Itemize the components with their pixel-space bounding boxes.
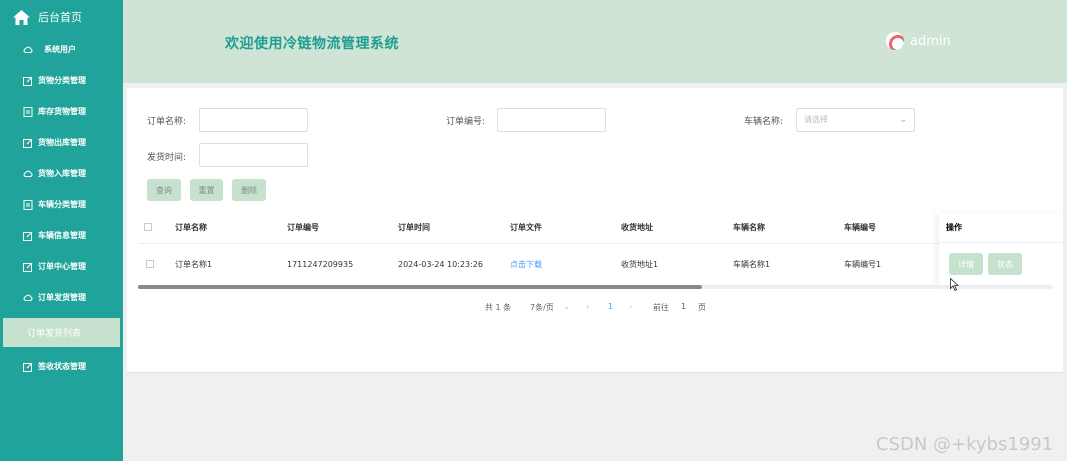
sidebar-item-vehicle-category[interactable]: 车辆分类管理 xyxy=(0,189,123,220)
page-suffix: 页 xyxy=(698,303,706,312)
order-no-input[interactable] xyxy=(497,108,606,132)
horizontal-scrollbar-thumb[interactable] xyxy=(138,285,702,289)
main-panel: 订单名称: 订单编号: 车辆名称: 请选择 ⌄ 发货时间: 查询 重置 删除 订… xyxy=(127,88,1063,373)
edit-icon xyxy=(23,231,33,241)
vehicle-select-placeholder: 请选择 xyxy=(804,115,828,124)
col-order-time: 订单时间 xyxy=(398,213,510,244)
page-title: 欢迎使用冷链物流管理系统 xyxy=(225,36,399,52)
cell-vehicle-name: 车辆名称1 xyxy=(733,243,844,287)
col-operation: 操作 xyxy=(939,213,1063,243)
operation-column: 操作 详情 状态 xyxy=(939,213,1063,286)
col-vehicle-name: 车辆名称 xyxy=(733,213,844,244)
edit-icon xyxy=(23,262,33,272)
order-name-input[interactable] xyxy=(199,108,308,132)
select-all-checkbox[interactable] xyxy=(144,222,152,231)
sidebar-item-order-shipping[interactable]: 订单发货管理 xyxy=(0,282,123,313)
delete-button[interactable]: 删除 xyxy=(232,179,266,201)
select-all-cell xyxy=(138,213,175,244)
sidebar-item-label: 货物分类管理 xyxy=(38,76,86,85)
sidebar-item-goods-in[interactable]: 货物入库管理 xyxy=(0,158,123,189)
cell-order-name: 订单名称1 xyxy=(175,243,287,287)
pagination-total: 共 1 条 xyxy=(485,303,512,312)
vehicle-name-label: 车辆名称: xyxy=(744,117,784,127)
sidebar-subitem-order-shipping-list[interactable]: 订单发货列表 xyxy=(3,318,120,347)
chevron-down-icon: ⌄ xyxy=(899,115,907,125)
edit-icon xyxy=(23,76,33,86)
sidebar-item-label: 车辆分类管理 xyxy=(38,200,86,209)
cell-order-no: 1711247209935 xyxy=(287,243,398,287)
edit-icon xyxy=(23,362,33,372)
home-icon xyxy=(13,9,30,25)
col-address: 收货地址 xyxy=(621,213,733,244)
sidebar-item-label: 库存货物管理 xyxy=(38,107,86,116)
row-checkbox[interactable] xyxy=(146,259,154,268)
cloud-icon xyxy=(23,170,33,177)
table-row: 订单名称1 1711247209935 2024-03-24 10:23:26 … xyxy=(138,243,949,287)
detail-button[interactable]: 详情 xyxy=(949,253,983,275)
order-no-label: 订单编号: xyxy=(446,117,486,127)
username: admin xyxy=(910,33,951,49)
cell-order-time: 2024-03-24 10:23:26 xyxy=(398,243,510,287)
query-button[interactable]: 查询 xyxy=(147,179,181,201)
goto-input[interactable]: 1 xyxy=(681,302,686,311)
sidebar-item-stock-goods[interactable]: 库存货物管理 xyxy=(0,96,123,127)
order-name-label: 订单名称: xyxy=(147,117,187,127)
mouse-cursor-icon xyxy=(950,278,959,291)
sidebar-item-sign-status[interactable]: 签收状态管理 xyxy=(0,351,123,382)
cell-address: 收货地址1 xyxy=(621,243,733,287)
sidebar-item-label: 车辆信息管理 xyxy=(38,231,86,240)
col-order-file: 订单文件 xyxy=(510,213,621,244)
sidebar-item-goods-category[interactable]: 货物分类管理 xyxy=(0,65,123,96)
page-size-select[interactable]: 7条/页 xyxy=(530,302,554,313)
sidebar-item-label: 系统用户 xyxy=(44,45,76,54)
sidebar-item-label: 后台首页 xyxy=(38,11,82,24)
avatar xyxy=(885,31,905,51)
ship-time-label: 发货时间: xyxy=(147,153,187,163)
sidebar-item-vehicle-info[interactable]: 车辆信息管理 xyxy=(0,220,123,251)
watermark: CSDN @+kybs1991 xyxy=(876,434,1054,455)
sidebar-item-label: 订单发货管理 xyxy=(38,293,86,302)
edit-icon xyxy=(23,138,33,148)
sidebar-item-goods-out[interactable]: 货物出库管理 xyxy=(0,127,123,158)
sidebar-item-label: 货物入库管理 xyxy=(38,169,86,178)
next-page-icon[interactable]: › xyxy=(629,302,632,311)
status-button[interactable]: 状态 xyxy=(988,253,1022,275)
cloud-icon xyxy=(23,46,33,53)
col-order-no: 订单编号 xyxy=(287,213,398,244)
vehicle-name-select[interactable]: 请选择 ⌄ xyxy=(796,108,915,132)
sidebar-item-order-center[interactable]: 订单中心管理 xyxy=(0,251,123,282)
chevron-down-icon[interactable]: ⌄ xyxy=(563,302,570,311)
page-number-current[interactable]: 1 xyxy=(608,302,613,311)
reset-button[interactable]: 重置 xyxy=(190,179,223,201)
prev-page-icon[interactable]: ‹ xyxy=(586,302,589,311)
col-vehicle-no: 车辆编号 xyxy=(844,213,949,244)
sidebar-item-label: 订单中心管理 xyxy=(38,262,86,271)
cloud-icon xyxy=(23,294,33,301)
goto-label: 前往 xyxy=(653,303,669,312)
sidebar-item-label: 货物出库管理 xyxy=(38,138,86,147)
sidebar-item-label: 签收状态管理 xyxy=(38,362,86,371)
orders-table: 订单名称 订单编号 订单时间 订单文件 收货地址 车辆名称 车辆编号 订单名称1… xyxy=(138,213,949,287)
sidebar-item-system-users[interactable]: 系统用户 xyxy=(0,34,123,65)
col-order-name: 订单名称 xyxy=(175,213,287,244)
download-link[interactable]: 点击下载 xyxy=(510,260,542,269)
table-header-row: 订单名称 订单编号 订单时间 订单文件 收货地址 车辆名称 车辆编号 xyxy=(138,213,949,244)
row-select-cell xyxy=(138,243,175,287)
sidebar: 后台首页 系统用户 货物分类管理 库存货物管理 货物出库管理 货物入库管理 车辆… xyxy=(0,0,123,461)
cell-vehicle-no: 车辆编号1 xyxy=(844,243,949,287)
user-menu[interactable]: admin xyxy=(885,31,951,51)
header: 欢迎使用冷链物流管理系统 admin xyxy=(123,0,1067,83)
sidebar-item-home[interactable]: 后台首页 xyxy=(0,0,123,34)
document-icon xyxy=(23,199,33,210)
document-icon xyxy=(23,106,33,117)
ship-time-input[interactable] xyxy=(199,143,308,167)
